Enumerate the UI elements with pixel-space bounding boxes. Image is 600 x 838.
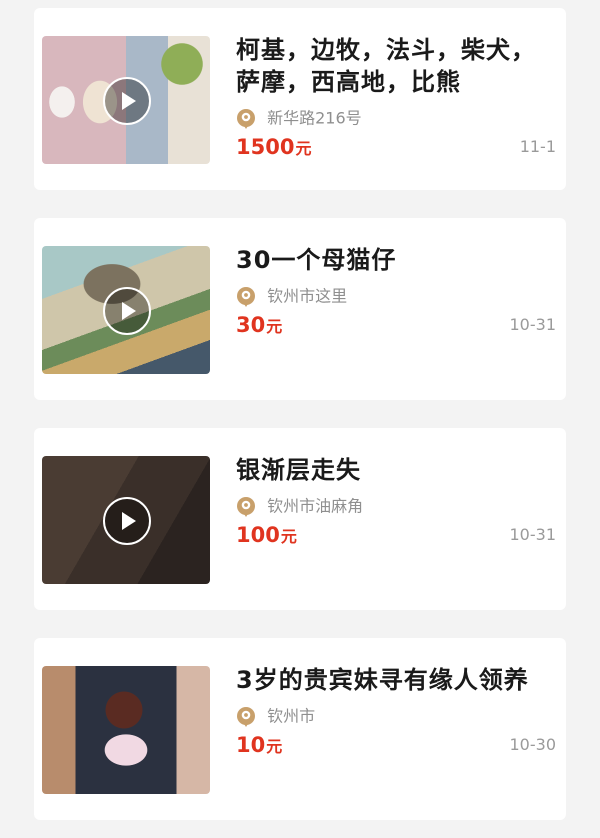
- price-value: 10: [236, 733, 266, 757]
- play-icon: [122, 512, 136, 530]
- listing-title[interactable]: 银渐层走失: [236, 454, 556, 486]
- location-pin-icon: [237, 496, 255, 517]
- listing-location: 钦州市这里: [236, 284, 556, 308]
- price-unit: 元: [266, 317, 283, 336]
- location-pin-icon: [237, 108, 255, 129]
- listing-list: 柯基，边牧，法斗，柴犬，萨摩，西高地，比熊 新华路216号 1500元 11-1: [0, 0, 600, 838]
- location-text: 新华路216号: [267, 108, 362, 128]
- play-button[interactable]: [103, 287, 151, 335]
- listing-card[interactable]: 银渐层走失 钦州市油麻角 100元 10-31: [34, 428, 566, 610]
- post-date: 10-31: [509, 525, 557, 544]
- price-row: 100元 10-31: [236, 520, 556, 550]
- location-text: 钦州市油麻角: [267, 496, 364, 516]
- video-thumbnail[interactable]: [42, 36, 210, 164]
- listing-card[interactable]: 3岁的贵宾妹寻有缘人领养 钦州市 10元 10-30: [34, 638, 566, 820]
- listing-info: 3岁的贵宾妹寻有缘人领养 钦州市 10元 10-30: [236, 664, 556, 810]
- price-unit: 元: [295, 139, 312, 158]
- play-icon: [122, 92, 136, 110]
- video-thumbnail[interactable]: [42, 456, 210, 584]
- video-thumbnail[interactable]: [42, 666, 210, 794]
- listing-info: 30一个母猫仔 钦州市这里 30元 10-31: [236, 244, 556, 390]
- post-date: 10-31: [509, 315, 557, 334]
- price-unit: 元: [266, 737, 283, 756]
- play-button[interactable]: [103, 497, 151, 545]
- play-button[interactable]: [103, 77, 151, 125]
- location-text: 钦州市: [267, 706, 316, 726]
- video-thumbnail[interactable]: [42, 246, 210, 374]
- price-value: 30: [236, 313, 266, 337]
- listing-card[interactable]: 柯基，边牧，法斗，柴犬，萨摩，西高地，比熊 新华路216号 1500元 11-1: [34, 8, 566, 190]
- listing-location: 钦州市: [236, 704, 556, 728]
- listing-info: 柯基，边牧，法斗，柴犬，萨摩，西高地，比熊 新华路216号 1500元 11-1: [236, 34, 556, 180]
- listing-title[interactable]: 柯基，边牧，法斗，柴犬，萨摩，西高地，比熊: [236, 34, 556, 98]
- price-unit: 元: [280, 527, 297, 546]
- price-row: 1500元 11-1: [236, 132, 556, 162]
- listing-title[interactable]: 3岁的贵宾妹寻有缘人领养: [236, 664, 556, 696]
- location-text: 钦州市这里: [267, 286, 348, 306]
- post-date: 11-1: [519, 137, 556, 156]
- location-pin-icon: [237, 286, 255, 307]
- location-pin-icon: [237, 706, 255, 727]
- price-value: 100: [236, 523, 280, 547]
- play-icon: [122, 302, 136, 320]
- price-value: 1500: [236, 135, 295, 159]
- listing-location: 新华路216号: [236, 106, 556, 130]
- listing-title[interactable]: 30一个母猫仔: [236, 244, 556, 276]
- post-date: 10-30: [509, 735, 557, 754]
- listing-info: 银渐层走失 钦州市油麻角 100元 10-31: [236, 454, 556, 600]
- listing-location: 钦州市油麻角: [236, 494, 556, 518]
- listing-card[interactable]: 30一个母猫仔 钦州市这里 30元 10-31: [34, 218, 566, 400]
- price-row: 30元 10-31: [236, 310, 556, 340]
- thumbnail-image: [42, 666, 210, 794]
- price-row: 10元 10-30: [236, 730, 556, 760]
